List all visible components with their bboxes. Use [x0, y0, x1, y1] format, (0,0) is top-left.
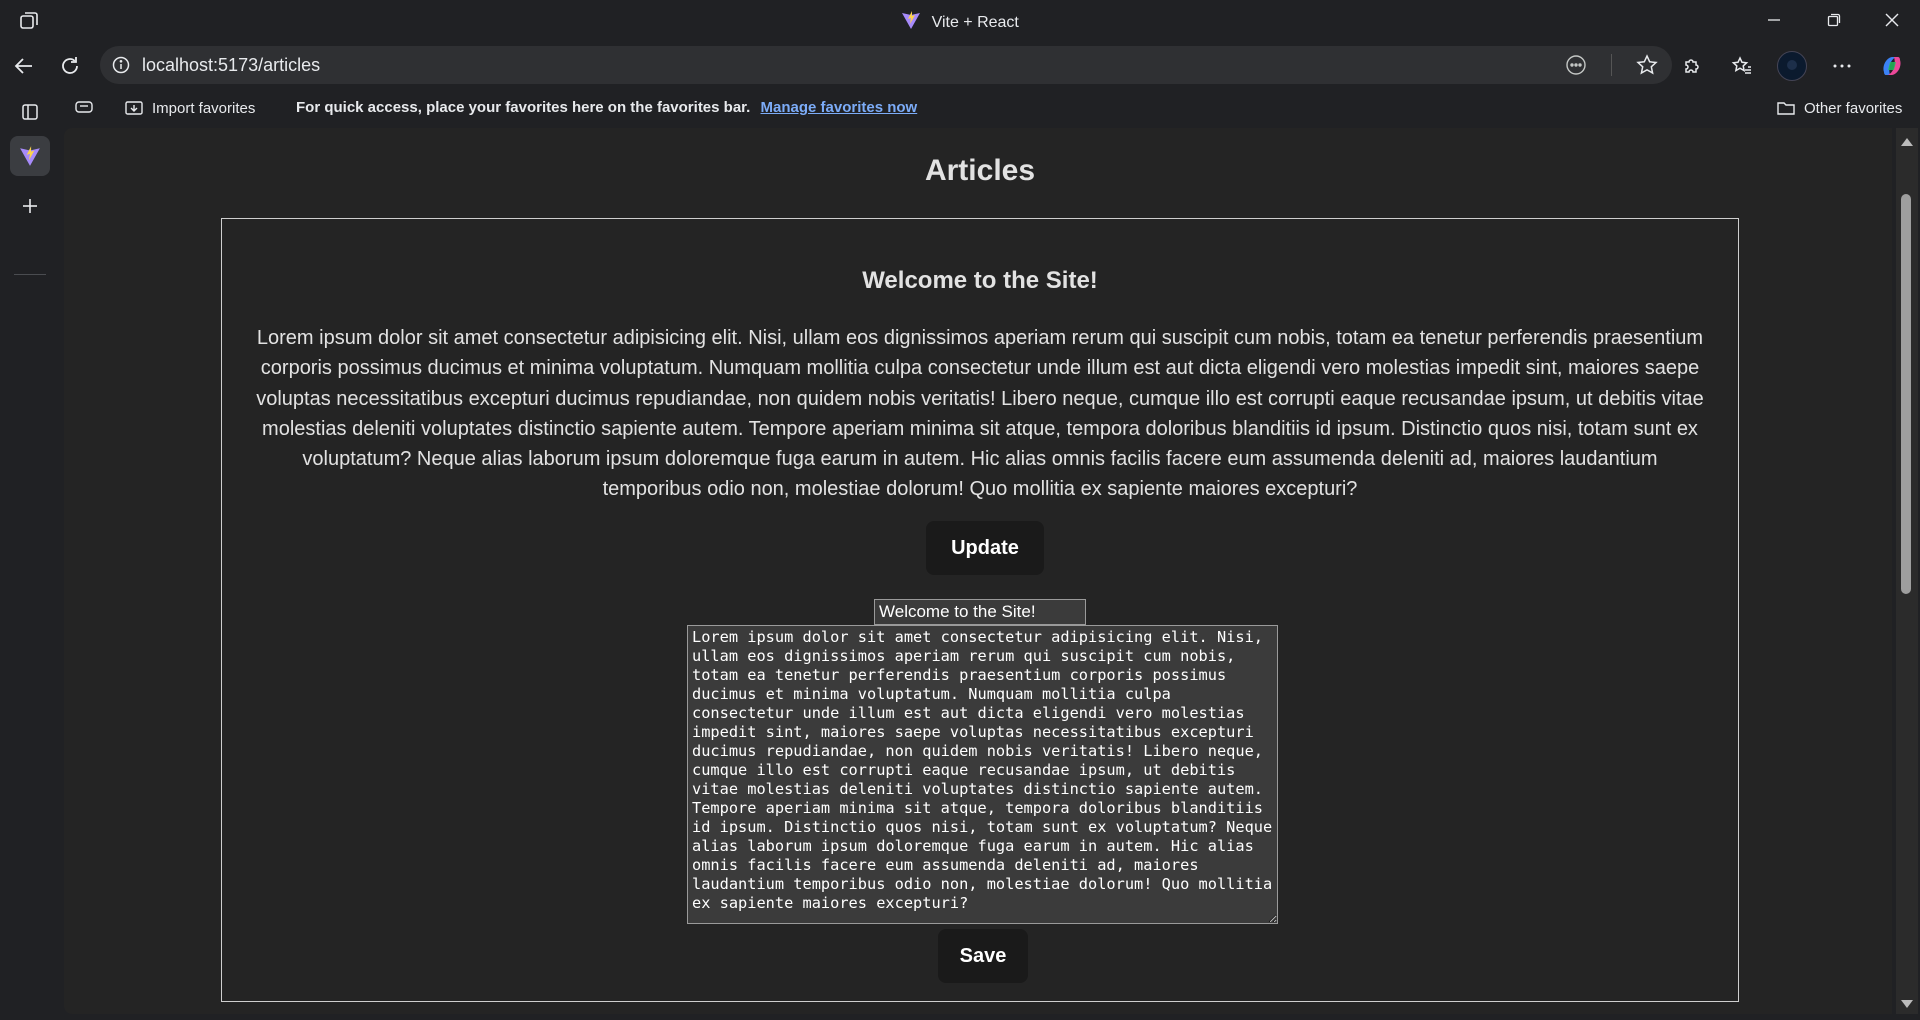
title-bar: Vite + React [0, 0, 1920, 42]
refresh-button[interactable] [52, 48, 88, 84]
back-arrow-icon [14, 58, 32, 74]
plus-icon [23, 199, 37, 213]
article-title: Welcome to the Site! [862, 267, 1098, 294]
favorites-button[interactable] [1724, 48, 1760, 84]
page-scrollbar[interactable] [1896, 128, 1918, 1014]
folder-icon [1777, 102, 1795, 115]
more-circle-icon[interactable] [1565, 54, 1587, 81]
article-card: Welcome to the Site! Lorem ipsum dolor s… [221, 218, 1739, 1002]
manage-favorites-link[interactable]: Manage favorites now [761, 99, 918, 116]
other-favorites-label: Other favorites [1804, 99, 1903, 117]
puzzle-icon [1685, 59, 1699, 73]
save-button[interactable]: Save [938, 929, 1028, 983]
favorites-bar: Import favorites For quick access, place… [60, 88, 1920, 128]
vertical-tab-sidebar [0, 88, 60, 1020]
favorites-icon [1731, 56, 1751, 74]
other-favorites-button[interactable]: Other favorites [1776, 98, 1902, 118]
tab-vite-react[interactable] [10, 136, 50, 176]
vertical-tabs-toggle[interactable] [10, 92, 50, 132]
import-favorites-label: Import favorites [152, 99, 256, 117]
title-input[interactable] [874, 599, 1086, 625]
info-icon[interactable] [112, 56, 130, 79]
restore-button[interactable] [1806, 0, 1862, 40]
scroll-down-icon[interactable] [1901, 1000, 1913, 1008]
vite-logo-icon [901, 10, 921, 35]
article-body: Lorem ipsum dolor sit amet consectetur a… [256, 327, 1704, 501]
copilot-icon [1883, 57, 1901, 75]
window-title: Vite + React [0, 10, 1920, 35]
star-icon[interactable] [1636, 54, 1658, 81]
page-viewport: Articles Welcome to the Site! Lorem ipsu… [64, 128, 1892, 1014]
page-title: Articles [924, 154, 1036, 187]
favorites-message: For quick access, place your favorites h… [296, 99, 917, 116]
import-favorites-button[interactable]: Import favorites [124, 98, 255, 118]
minimize-icon [1768, 19, 1780, 21]
address-bar[interactable]: localhost:5173/articles [100, 46, 1672, 84]
collections-icon [75, 101, 93, 113]
back-button[interactable] [6, 48, 42, 84]
new-tab-button[interactable] [10, 186, 50, 226]
restore-icon [1827, 13, 1841, 27]
scrollbar-thumb[interactable] [1901, 194, 1911, 594]
divider [1611, 54, 1612, 76]
update-button[interactable]: Update [926, 521, 1044, 575]
sidebar-divider [14, 274, 46, 275]
collections-button[interactable] [74, 97, 94, 117]
profile-button[interactable] [1774, 48, 1810, 84]
close-button[interactable] [1864, 0, 1920, 40]
import-icon [125, 101, 143, 115]
body-textarea[interactable]: Lorem ipsum dolor sit amet consectetur a… [687, 625, 1278, 924]
more-icon [1833, 64, 1851, 68]
favorites-message-text: For quick access, place your favorites h… [296, 99, 751, 116]
window-title-text: Vite + React [931, 14, 1019, 31]
scroll-up-icon[interactable] [1901, 138, 1913, 146]
toolbar-right [1674, 48, 1910, 84]
close-icon [1885, 13, 1899, 27]
vertical-tabs-icon [22, 104, 38, 120]
copilot-button[interactable] [1874, 48, 1910, 84]
extensions-button[interactable] [1674, 48, 1710, 84]
url-text[interactable]: localhost:5173/articles [142, 55, 320, 76]
vite-logo-icon [20, 146, 40, 166]
refresh-icon [62, 57, 78, 74]
menu-button[interactable] [1824, 48, 1860, 84]
minimize-button[interactable] [1746, 0, 1802, 40]
avatar [1777, 51, 1807, 81]
